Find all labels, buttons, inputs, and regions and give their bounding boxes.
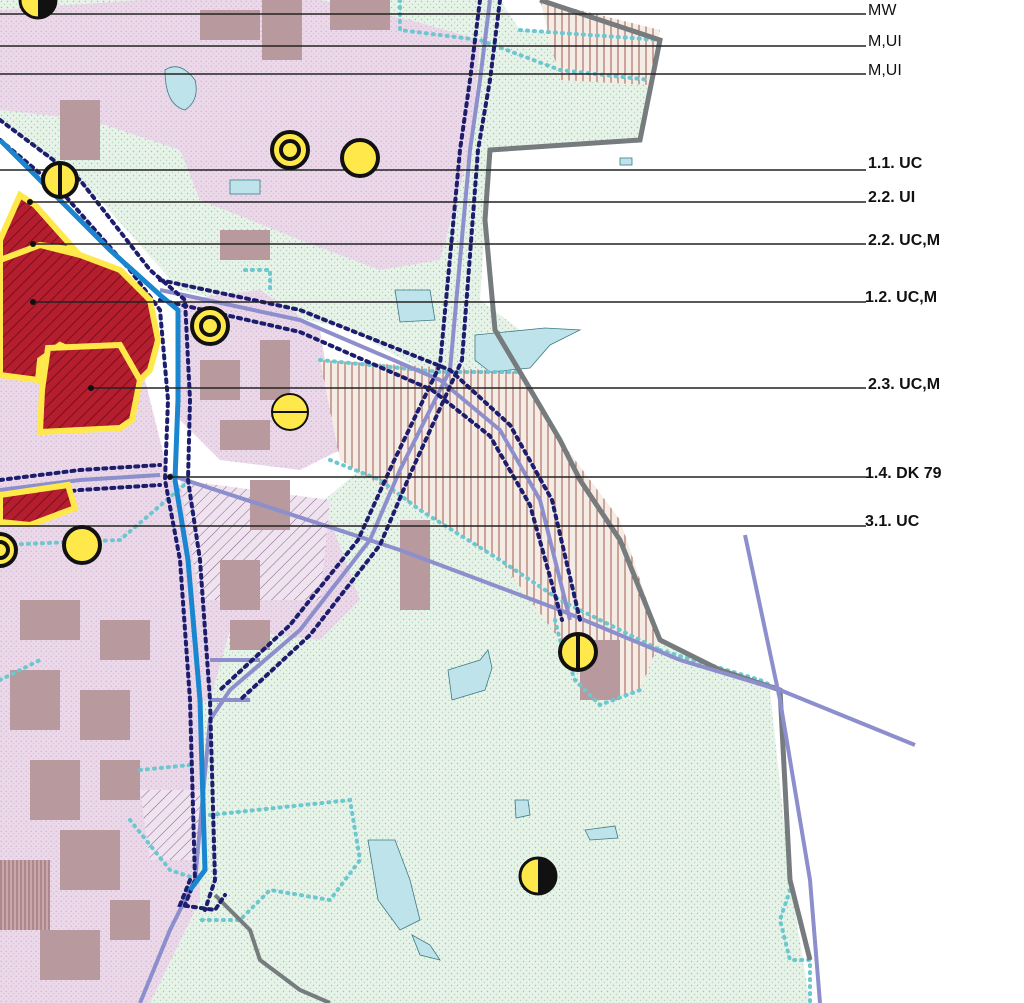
label-1-1-uc: 1.1. UC [868,155,923,172]
filled-circle-icon [62,525,102,565]
horizontal-bar-circle-icon [271,393,309,431]
label-1-2-uc-m: 1.2. UC,M [865,289,937,306]
label-2-2-ui: 2.2. UI [868,189,915,206]
half-dark-circle-icon [518,856,558,896]
vertical-bar-circle-icon [41,161,79,199]
label-m-ui-2: M,UI [868,62,902,79]
label-m-ui-1: M,UI [868,33,902,50]
filled-circle-icon [340,138,380,178]
hatched-zone-southwest [140,790,200,860]
ring-icon [190,306,230,346]
label-1-4-dk79: 1.4. DK 79 [865,465,942,482]
ring-icon [0,532,18,568]
label-2-3-uc-m: 2.3. UC,M [868,376,940,393]
label-mw: MW [868,2,897,19]
vertical-bar-circle-icon [558,632,598,672]
label-2-2-uc-m: 2.2. UC,M [868,232,940,249]
building-hatched-southwest [0,860,50,930]
spatial-plan-map: MW M,UI M,UI 1.1. UC 2.2. UI 2.2. UC,M 1… [0,0,1024,1003]
label-3-1-uc: 3.1. UC [865,513,920,530]
ring-icon [270,130,310,170]
